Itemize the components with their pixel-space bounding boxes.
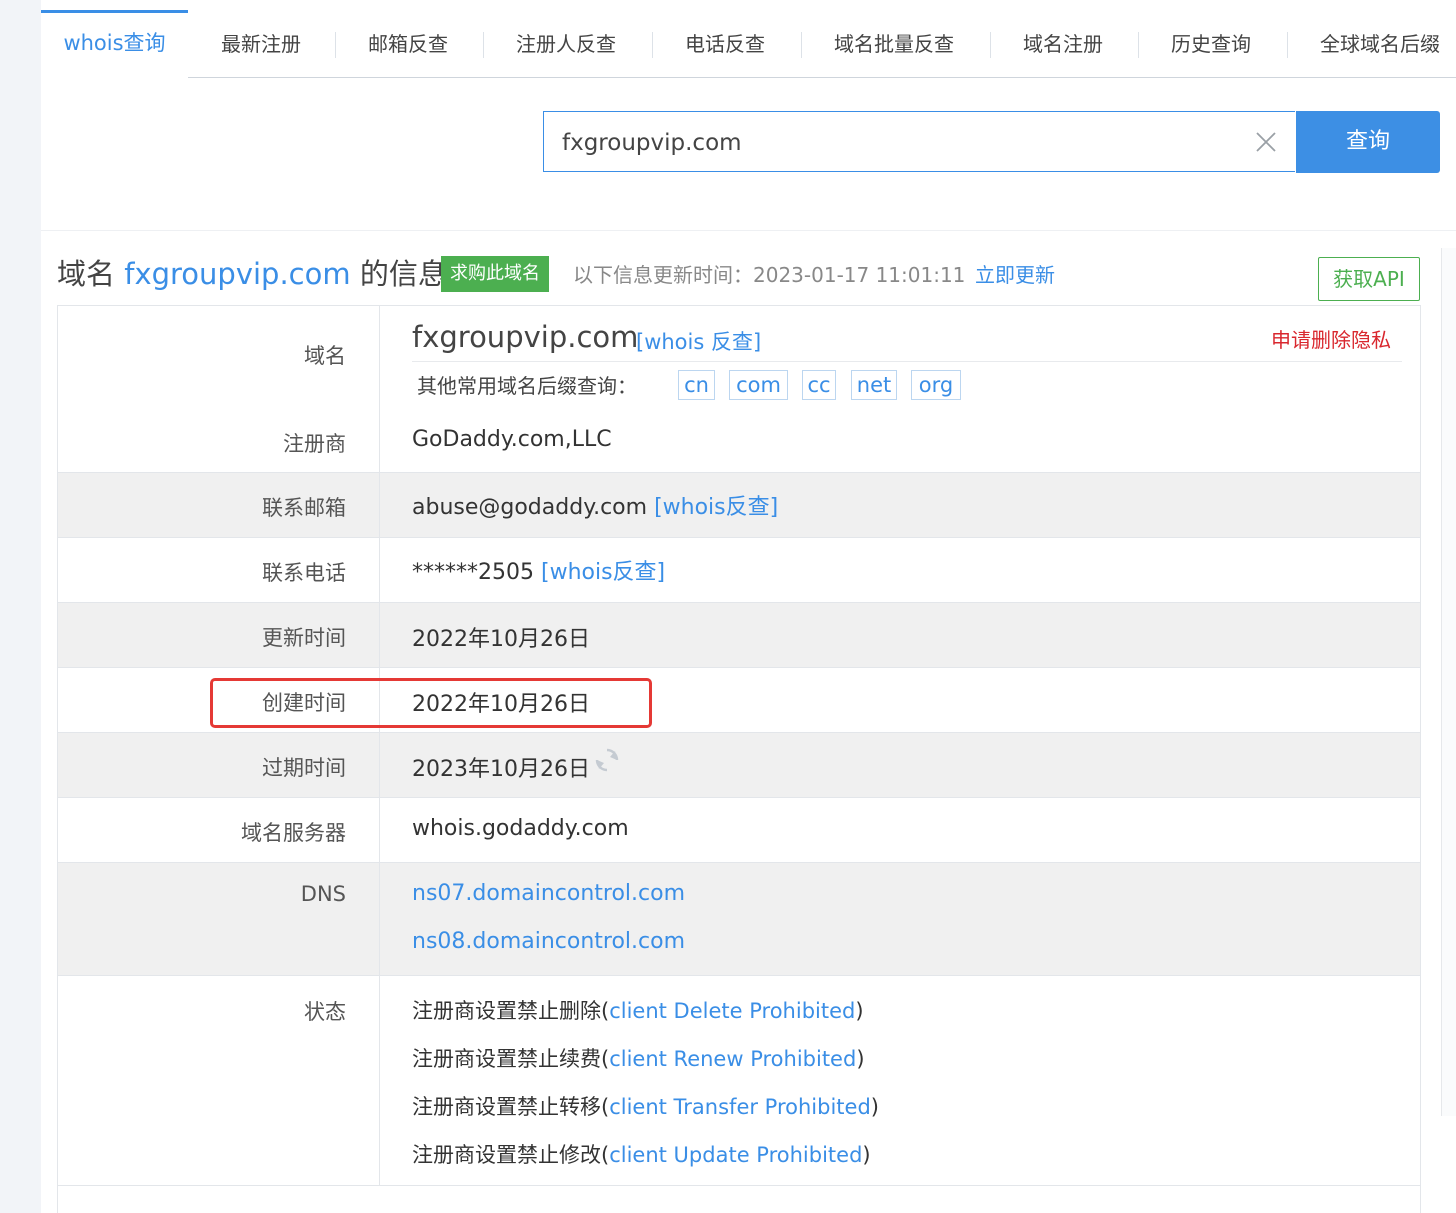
- table-row-email: 联系邮箱 abuse@godaddy.com [whois反查]: [58, 473, 1420, 538]
- divider: [41, 230, 1456, 231]
- status-end: ): [870, 1095, 879, 1119]
- tab-latest-registration[interactable]: 最新注册: [221, 10, 301, 78]
- refresh-icon[interactable]: [594, 747, 620, 773]
- scrollbar[interactable]: [1441, 248, 1456, 1116]
- domain-value: fxgroupvip.com: [412, 320, 639, 354]
- column-divider: [379, 976, 380, 1185]
- title-domain: fxgroupvip.com: [124, 257, 351, 291]
- tab-batch-reverse[interactable]: 域名批量反查: [834, 10, 954, 78]
- buy-domain-button[interactable]: 求购此域名: [441, 256, 549, 292]
- table-row-expires: 过期时间 2023年10月26日: [58, 733, 1420, 798]
- update-now-link[interactable]: 立即更新: [975, 258, 1055, 292]
- status-cn: 注册商设置禁止修改(: [412, 1143, 610, 1167]
- tab-separator: [652, 32, 653, 58]
- expires-value: 2023年10月26日: [412, 757, 590, 782]
- title-suffix: 的信息: [359, 257, 447, 291]
- label-whois-server: 域名服务器: [241, 821, 346, 845]
- column-divider: [379, 603, 380, 667]
- tab-separator: [335, 32, 336, 58]
- title-prefix: 域名: [57, 257, 116, 291]
- tab-whois[interactable]: whois查询: [41, 10, 188, 78]
- status-cn: 注册商设置禁止删除(: [412, 999, 610, 1023]
- table-row-updated: 更新时间 2022年10月26日: [58, 603, 1420, 668]
- tab-global-suffix[interactable]: 全球域名后缀: [1320, 10, 1440, 78]
- column-divider: [379, 863, 380, 975]
- status-end: ): [856, 1047, 865, 1071]
- status-item: 注册商设置禁止修改(client Update Prohibited): [412, 1139, 871, 1169]
- status-item: 注册商设置禁止删除(client Delete Prohibited): [412, 995, 864, 1025]
- get-api-button[interactable]: 获取API: [1318, 257, 1420, 301]
- status-code-link[interactable]: client Renew Prohibited: [609, 1047, 856, 1071]
- email-whois-reverse-link[interactable]: [whois反查]: [654, 495, 778, 520]
- status-item: 注册商设置禁止转移(client Transfer Prohibited): [412, 1091, 879, 1121]
- table-row-whois-server: 域名服务器 whois.godaddy.com: [58, 798, 1420, 863]
- suffix-com-button[interactable]: com: [729, 370, 788, 400]
- status-end: ): [855, 999, 864, 1023]
- label-phone: 联系电话: [262, 561, 346, 585]
- status-cn: 注册商设置禁止转移(: [412, 1095, 610, 1119]
- tab-email-reverse[interactable]: 邮箱反查: [368, 10, 448, 78]
- page-title: 域名 fxgroupvip.com 的信息: [57, 252, 447, 296]
- search-box: [543, 111, 1295, 173]
- highlight-annotation: [210, 678, 652, 728]
- label-domain: 域名: [304, 344, 346, 368]
- column-divider: [379, 733, 380, 797]
- delete-privacy-link[interactable]: 申请删除隐私: [1271, 324, 1391, 353]
- tab-separator: [801, 32, 802, 58]
- phone-text: ******2505: [412, 560, 534, 585]
- tab-separator: [483, 32, 484, 58]
- phone-whois-reverse-link[interactable]: [whois反查]: [541, 560, 665, 585]
- label-registrar: 注册商: [283, 432, 346, 456]
- inner-divider: [412, 361, 1402, 362]
- tab-separator: [1138, 32, 1139, 58]
- domain-whois-reverse-link[interactable]: [whois 反查]: [636, 326, 761, 356]
- suffix-label: 其他常用域名后缀查询：: [417, 374, 637, 398]
- label-email: 联系邮箱: [262, 496, 346, 520]
- column-divider: [379, 798, 380, 862]
- whois-server-value: whois.godaddy.com: [412, 816, 629, 841]
- phone-value: ******2505 [whois反查]: [412, 554, 665, 586]
- tab-domain-register[interactable]: 域名注册: [1023, 10, 1103, 78]
- suffix-cn-button[interactable]: cn: [678, 370, 715, 400]
- suffix-cc-button[interactable]: cc: [802, 370, 836, 400]
- dns-server-2[interactable]: ns08.domaincontrol.com: [412, 929, 685, 954]
- table-row-phone: 联系电话 ******2505 [whois反查]: [58, 538, 1420, 603]
- suffix-net-button[interactable]: net: [851, 370, 897, 400]
- email-value: abuse@godaddy.com [whois反查]: [412, 489, 778, 521]
- status-code-link[interactable]: client Transfer Prohibited: [609, 1095, 871, 1119]
- tab-separator: [1287, 32, 1288, 58]
- status-end: ): [862, 1143, 871, 1167]
- status-code-link[interactable]: client Update Prohibited: [609, 1143, 862, 1167]
- label-expires: 过期时间: [262, 756, 346, 780]
- tab-registrant-reverse[interactable]: 注册人反查: [516, 10, 616, 78]
- tab-history[interactable]: 历史查询: [1171, 10, 1251, 78]
- search-input[interactable]: [560, 112, 1214, 173]
- status-code-link[interactable]: client Delete Prohibited: [609, 999, 855, 1023]
- suffix-org-button[interactable]: org: [911, 370, 961, 400]
- status-item: 注册商设置禁止续费(client Renew Prohibited): [412, 1043, 865, 1073]
- table-row-dns: DNS ns07.domaincontrol.com ns08.domainco…: [58, 863, 1420, 976]
- close-icon[interactable]: [1253, 129, 1279, 155]
- tab-phone-reverse[interactable]: 电话反查: [685, 10, 765, 78]
- column-divider: [379, 306, 380, 472]
- table-row-status: 状态 注册商设置禁止删除(client Delete Prohibited) 注…: [58, 976, 1420, 1186]
- tab-separator: [990, 32, 991, 58]
- whois-table: 域名 fxgroupvip.com [whois 反查] 申请删除隐私 其他常用…: [57, 305, 1421, 1213]
- top-tabs: whois查询 最新注册 邮箱反查 注册人反查 电话反查 域名批量反查 域名注册…: [41, 10, 1456, 78]
- search-button[interactable]: 查询: [1296, 111, 1440, 173]
- status-cn: 注册商设置禁止续费(: [412, 1047, 610, 1071]
- update-time-text: 以下信息更新时间：2023-01-17 11:01:11: [573, 263, 966, 287]
- column-divider: [379, 473, 380, 537]
- dns-server-1[interactable]: ns07.domaincontrol.com: [412, 881, 685, 906]
- label-status: 状态: [304, 1000, 346, 1024]
- updated-value: 2022年10月26日: [412, 627, 590, 652]
- label-updated: 更新时间: [262, 626, 346, 650]
- label-dns: DNS: [300, 882, 346, 906]
- table-row-domain: 域名 fxgroupvip.com [whois 反查] 申请删除隐私 其他常用…: [58, 306, 1420, 473]
- email-text: abuse@godaddy.com: [412, 495, 648, 520]
- registrar-value: GoDaddy.com,LLC: [412, 427, 612, 452]
- column-divider: [379, 538, 380, 602]
